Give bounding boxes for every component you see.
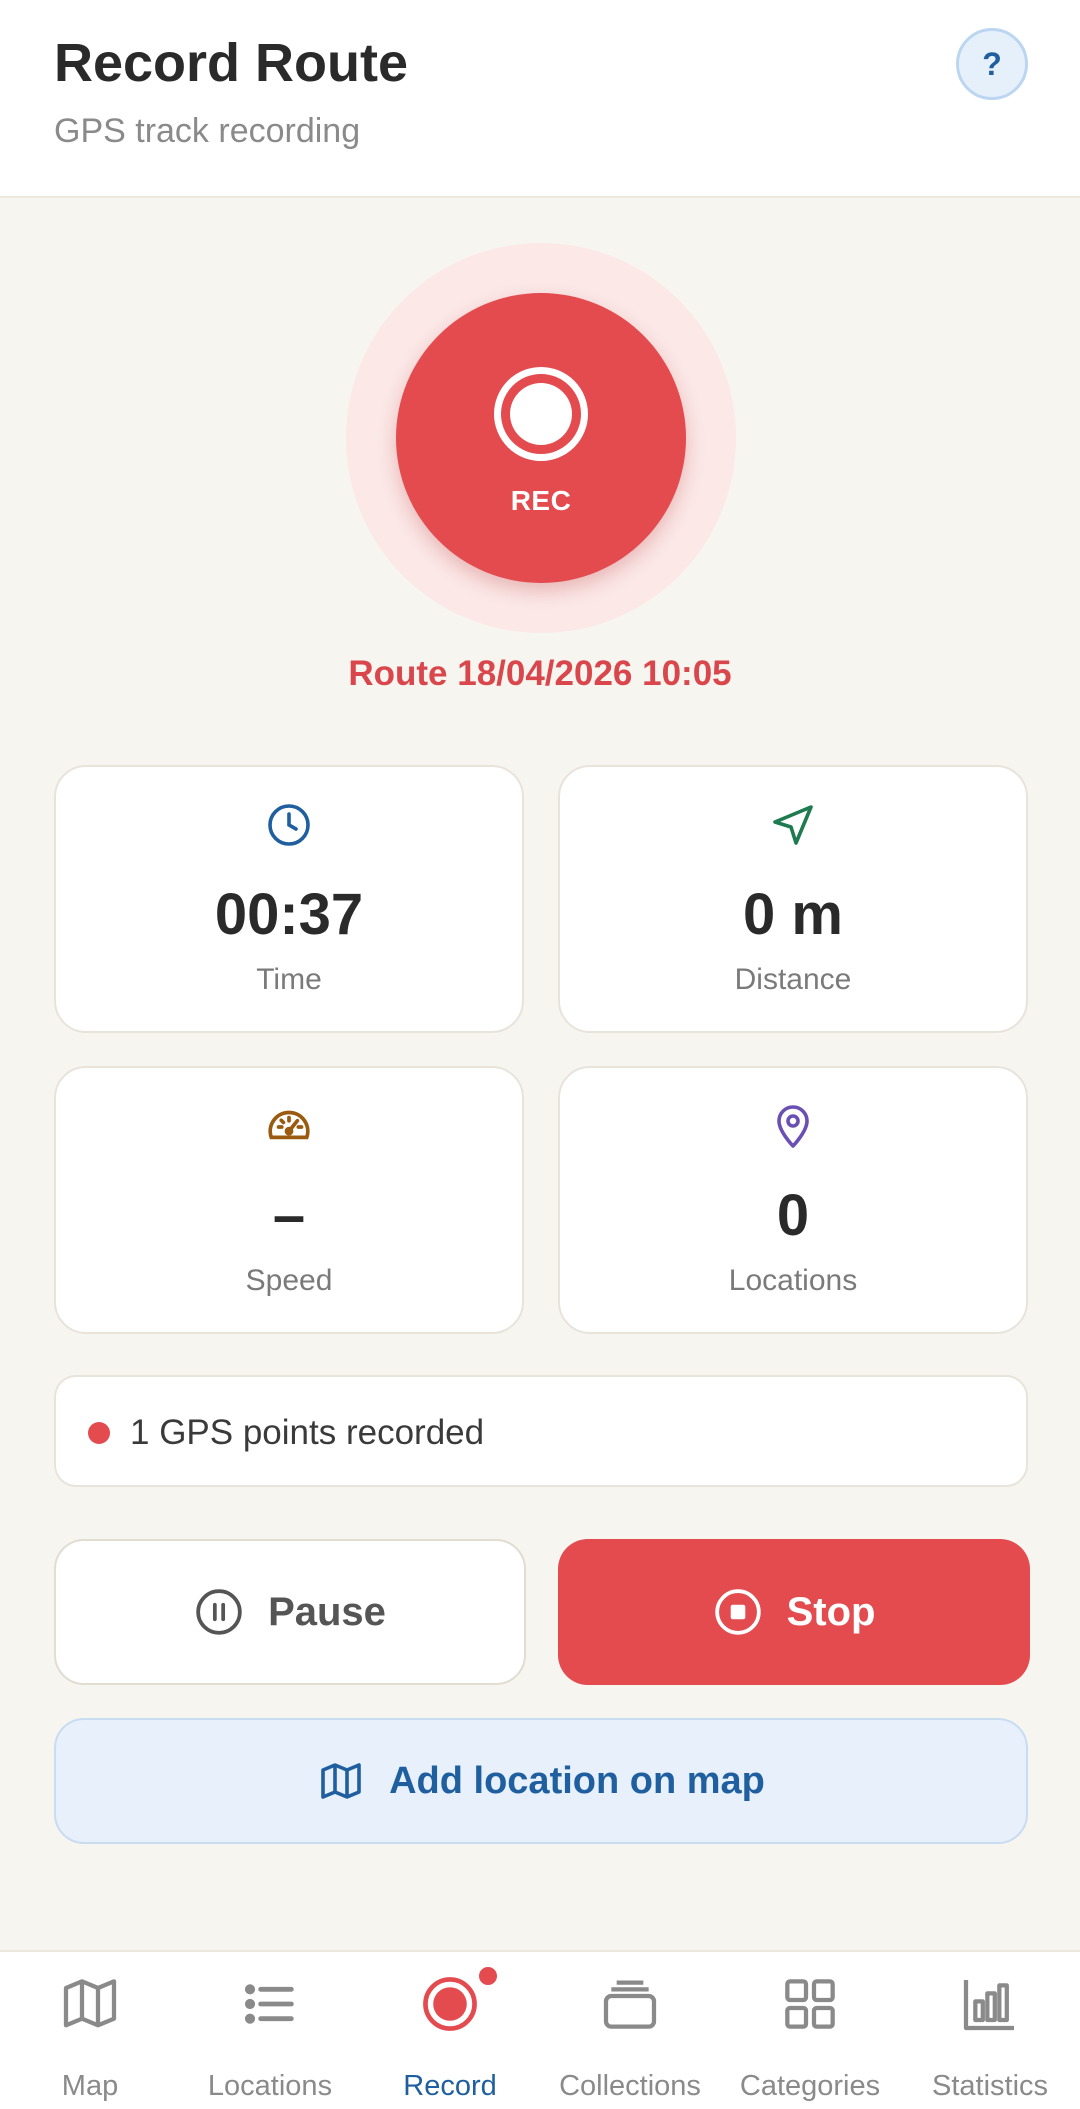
nav-label: Locations <box>207 2070 333 2102</box>
stat-value: 0 <box>776 1183 810 1248</box>
stat-label: Locations <box>728 1264 858 1297</box>
stat-label: Time <box>256 963 322 996</box>
record-icon <box>360 1968 540 2040</box>
speedometer-icon <box>56 1102 522 1154</box>
stat-value: – <box>272 1183 306 1248</box>
stop-icon <box>714 1589 761 1635</box>
pause-label: Pause <box>268 1589 386 1634</box>
navigation-icon <box>560 801 1026 853</box>
stat-label: Speed <box>245 1264 333 1297</box>
app-header: Record Route GPS track recording ? <box>0 0 1080 198</box>
add-location-button[interactable]: Add location on map <box>54 1718 1028 1844</box>
help-button[interactable]: ? <box>956 28 1028 100</box>
route-name: Route 18/04/2026 10:05 <box>348 654 732 693</box>
map-icon <box>321 1763 361 1799</box>
nav-label: Map <box>61 2070 119 2102</box>
nav-item-statistics[interactable]: Statistics <box>900 1952 1080 2109</box>
clock-icon <box>56 801 522 853</box>
pause-button[interactable]: Pause <box>54 1539 526 1685</box>
stop-label: Stop <box>786 1589 876 1634</box>
nav-item-record[interactable]: Record <box>360 1952 540 2109</box>
record-button[interactable]: REC <box>396 293 686 583</box>
nav-label: Categories <box>739 2070 881 2102</box>
grid-icon <box>720 1968 900 2040</box>
nav-label: Collections <box>559 2070 701 2102</box>
record-icon <box>494 367 588 461</box>
status-dot <box>88 1422 110 1444</box>
nav-item-collections[interactable]: Collections <box>540 1952 720 2109</box>
nav-item-map[interactable]: Map <box>0 1952 180 2109</box>
map-icon <box>0 1968 180 2040</box>
nav-label: Record <box>403 2070 497 2102</box>
list-icon <box>180 1968 360 2040</box>
collections-icon <box>540 1968 720 2040</box>
nav-item-locations[interactable]: Locations <box>180 1952 360 2109</box>
map-pin-icon <box>560 1102 1026 1154</box>
add-location-label: Add location on map <box>389 1759 765 1802</box>
recording-badge <box>476 1964 500 1988</box>
page-subtitle: GPS track recording <box>54 112 361 150</box>
stat-card-distance: 0 m Distance <box>558 765 1028 1033</box>
record-button-label: REC <box>510 485 572 516</box>
pause-icon <box>196 1589 242 1635</box>
page-title: Record Route <box>54 33 409 93</box>
stat-label: Distance <box>734 963 852 996</box>
stat-value: 0 m <box>743 882 843 947</box>
stat-value: 00:37 <box>214 882 364 947</box>
gps-status-text: 1 GPS points recorded <box>130 1413 485 1452</box>
nav-item-categories[interactable]: Categories <box>720 1952 900 2109</box>
stat-card-time: 00:37 Time <box>54 765 524 1033</box>
bar-chart-icon <box>900 1968 1080 2040</box>
stop-button[interactable]: Stop <box>558 1539 1030 1685</box>
bottom-nav: Map Locations Record Collections Categor… <box>0 1950 1080 2109</box>
stat-card-locations: 0 Locations <box>558 1066 1028 1334</box>
gps-status: 1 GPS points recorded <box>54 1375 1028 1487</box>
stat-card-speed: – Speed <box>54 1066 524 1334</box>
nav-label: Statistics <box>931 2070 1049 2102</box>
